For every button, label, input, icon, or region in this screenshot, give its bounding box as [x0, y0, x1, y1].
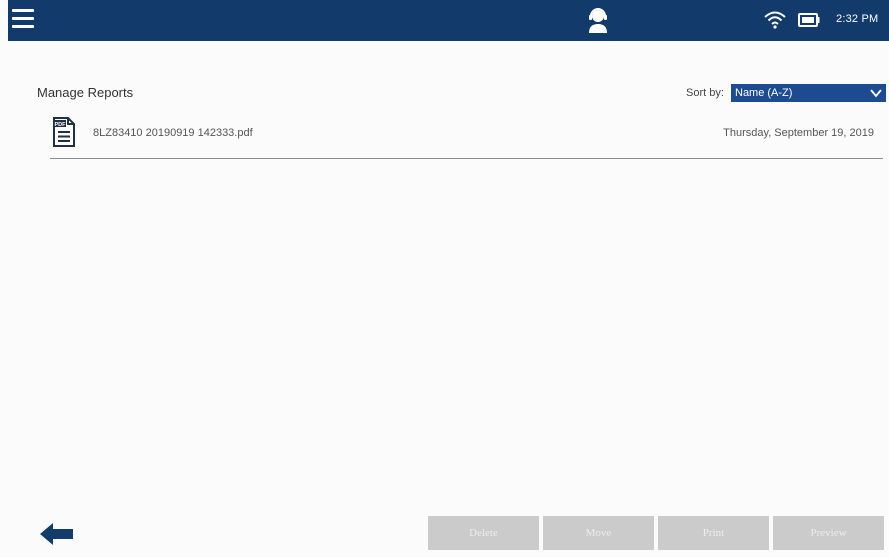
page-title: Manage Reports [37, 85, 134, 100]
delete-button[interactable]: Delete [428, 516, 539, 550]
report-file-name: 8LZ83410 20190919 142333.pdf [93, 127, 253, 139]
top-bar: 2:32 PM [8, 0, 889, 41]
sort-value: Name (A-Z) [735, 87, 793, 99]
move-button[interactable]: Move [543, 516, 654, 550]
battery-icon [798, 13, 820, 27]
clock: 2:32 PM [836, 13, 879, 25]
wifi-icon [764, 11, 786, 29]
sort-dropdown[interactable]: Name (A-Z) [731, 84, 886, 102]
report-list-item[interactable]: PDF 8LZ83410 20190919 142333.pdf Thursda… [50, 112, 883, 159]
report-date: Thursday, September 19, 2019 [723, 127, 874, 139]
menu-icon[interactable] [12, 9, 34, 31]
support-agent-icon[interactable] [586, 6, 610, 34]
preview-button[interactable]: Preview [773, 516, 884, 550]
back-arrow-icon[interactable] [40, 522, 74, 546]
svg-text:PDF: PDF [55, 122, 67, 128]
sort-label: Sort by: [686, 87, 724, 99]
print-button[interactable]: Print [658, 516, 769, 550]
pdf-file-icon: PDF [53, 117, 75, 147]
chevron-down-icon [870, 89, 882, 98]
